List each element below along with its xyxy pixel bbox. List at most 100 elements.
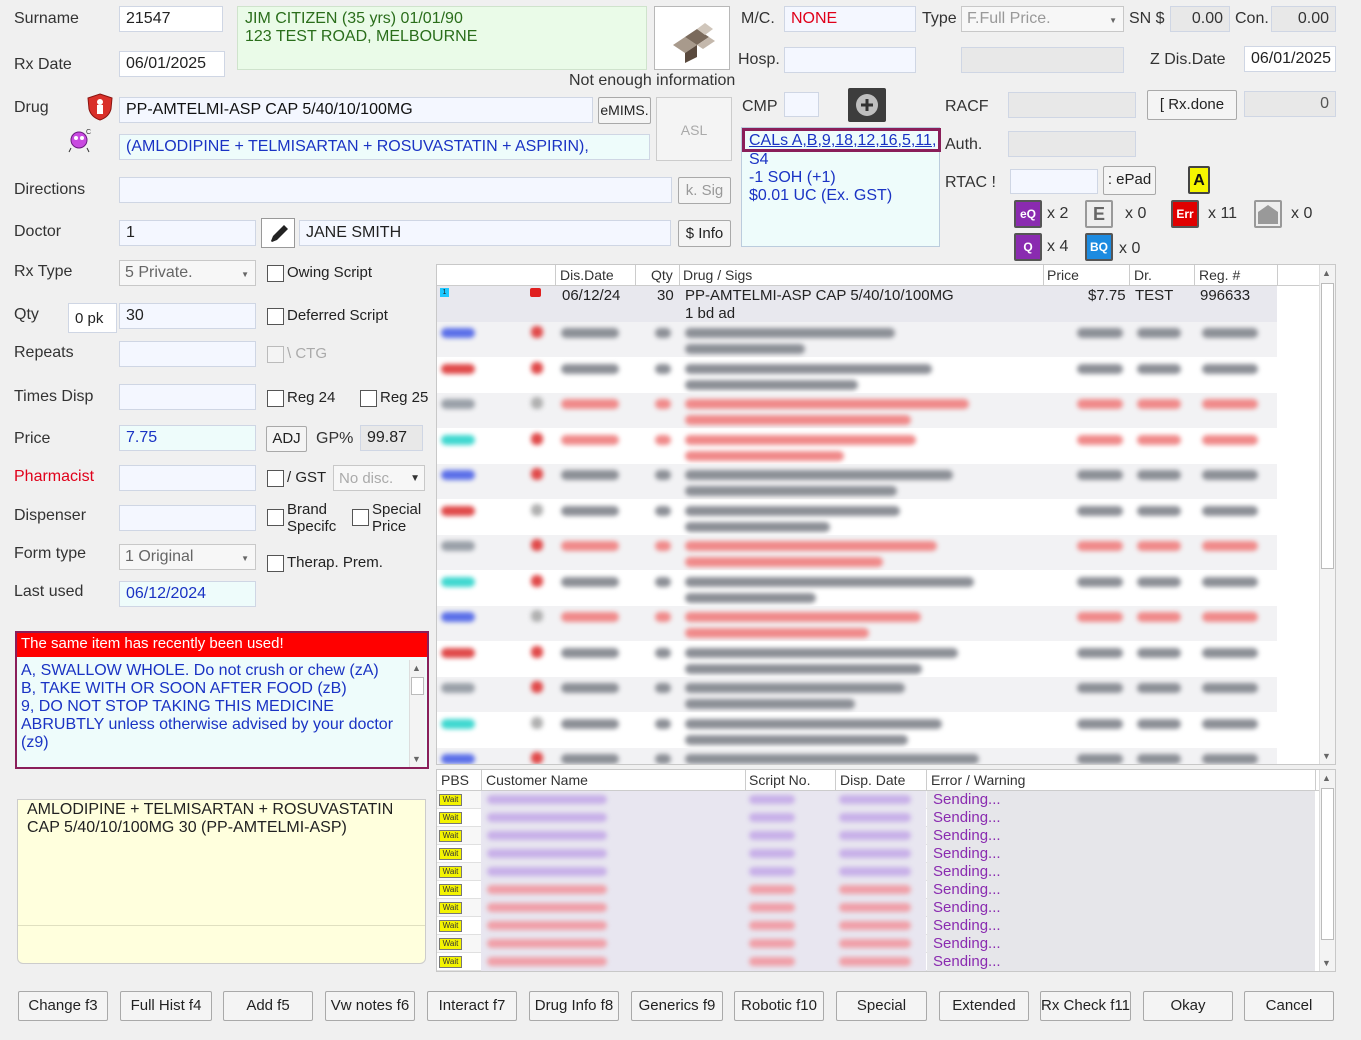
pack-input[interactable]: 0 pk [68, 303, 117, 333]
scroll-down-icon[interactable]: ▼ [412, 754, 421, 764]
col-pbs[interactable]: PBS [441, 772, 469, 788]
table-row[interactable] [437, 428, 1277, 464]
pharmacy-logo-button[interactable] [654, 6, 730, 70]
sinfo-button[interactable]: $ Info [678, 220, 731, 247]
hosp-input[interactable] [784, 47, 916, 73]
queue-scrollbar[interactable]: ▲ ▼ [1319, 770, 1335, 971]
scroll-up-icon[interactable]: ▲ [1322, 773, 1331, 783]
table-row[interactable] [437, 748, 1277, 764]
list-item[interactable]: Wait Sending... [437, 935, 1315, 953]
zdis-date-input[interactable]: 06/01/2025 [1244, 46, 1336, 72]
rx-check-button[interactable]: Rx Check f11 [1040, 991, 1131, 1021]
table-row[interactable]: 1 06/12/24 30 PP-AMTELMI-ASP CAP 5/40/10… [437, 286, 1277, 322]
dispenser-input[interactable] [119, 505, 256, 531]
table-row[interactable] [437, 499, 1277, 535]
table-row[interactable] [437, 464, 1277, 499]
table-row[interactable] [437, 606, 1277, 641]
q-badge[interactable]: Q [1014, 233, 1042, 261]
asl-button[interactable]: ASL [656, 97, 732, 161]
times-disp-input[interactable] [119, 384, 256, 410]
drug-input[interactable]: PP-AMTELMI-ASP CAP 5/40/10/100MG [119, 97, 593, 123]
vw-notes-button[interactable]: Vw notes f6 [325, 991, 415, 1021]
owing-script-checkbox[interactable] [267, 265, 284, 282]
table-row[interactable] [437, 641, 1277, 677]
special-button[interactable]: Special [836, 991, 927, 1021]
repeats-input[interactable] [119, 341, 256, 367]
deferred-script-checkbox[interactable] [267, 308, 284, 325]
cals-codes-link[interactable]: CALs A,B,9,18,12,16,5,11, [749, 132, 936, 150]
con-input[interactable]: 0.00 [1271, 6, 1336, 32]
robotic-button[interactable]: Robotic f10 [734, 991, 824, 1021]
adj-button[interactable]: ADJ [266, 426, 307, 452]
list-item[interactable]: Wait Sending... [437, 899, 1315, 917]
err-badge[interactable]: Err [1171, 200, 1199, 228]
extended-button[interactable]: Extended [939, 991, 1029, 1021]
col-error-warning[interactable]: Error / Warning [931, 772, 1025, 788]
directions-input[interactable] [119, 177, 672, 203]
rx-type-select[interactable]: 5 Private. ▼ [119, 260, 256, 286]
table-row[interactable] [437, 357, 1277, 393]
reg25-checkbox[interactable] [360, 390, 377, 407]
list-item[interactable]: Wait Sending... [437, 863, 1315, 881]
table-row[interactable] [437, 712, 1277, 748]
table-row[interactable] [437, 570, 1277, 606]
interact-button[interactable]: Interact f7 [427, 991, 517, 1021]
scroll-down-icon[interactable]: ▼ [1322, 751, 1331, 761]
shield-person-icon[interactable] [87, 93, 113, 121]
racf-input[interactable] [1008, 92, 1136, 118]
full-hist-button[interactable]: Full Hist f4 [120, 991, 212, 1021]
edit-doctor-button[interactable] [261, 218, 295, 248]
cancel-button[interactable]: Cancel [1244, 991, 1334, 1021]
list-item[interactable]: Wait Sending... [437, 953, 1315, 971]
list-item[interactable]: Wait Sending... [437, 791, 1315, 809]
change-button[interactable]: Change f3 [18, 991, 108, 1021]
auth-input[interactable] [1008, 131, 1136, 157]
col-script-no[interactable]: Script No. [749, 772, 810, 788]
bq-badge[interactable]: BQ [1085, 233, 1113, 261]
col-customer-name[interactable]: Customer Name [486, 772, 588, 788]
warning-scrollbar[interactable]: ▲ ▼ [409, 660, 425, 767]
scroll-down-icon[interactable]: ▼ [1322, 958, 1331, 968]
home-badge[interactable] [1254, 200, 1282, 228]
epad-button[interactable]: : ePad [1103, 166, 1156, 195]
rx-date-input[interactable]: 06/01/2025 [119, 51, 225, 77]
col-qty[interactable]: Qty [651, 267, 673, 283]
ksig-button[interactable]: k. Sig [678, 177, 731, 204]
price-input[interactable]: 7.75 [119, 425, 256, 451]
col-dis-date[interactable]: Dis.Date [560, 267, 614, 283]
table-row[interactable] [437, 677, 1277, 712]
gst-checkbox[interactable] [267, 470, 284, 487]
col-doctor[interactable]: Dr. [1134, 267, 1152, 283]
special-price-checkbox[interactable] [352, 509, 369, 526]
col-disp-date[interactable]: Disp. Date [840, 772, 905, 788]
drug-info-button[interactable]: Drug Info f8 [529, 991, 619, 1021]
form-type-select[interactable]: 1 Original ▼ [119, 544, 256, 570]
scroll-up-icon[interactable]: ▲ [412, 663, 421, 673]
table-row[interactable] [437, 322, 1277, 357]
table-row[interactable] [437, 393, 1277, 428]
col-price[interactable]: Price [1047, 267, 1079, 283]
surname-input[interactable]: 21547 [119, 6, 223, 32]
discount-select[interactable]: No disc. ▼ [333, 465, 425, 491]
okay-button[interactable]: Okay [1143, 991, 1233, 1021]
list-item[interactable]: Wait Sending... [437, 917, 1315, 935]
list-item[interactable]: Wait Sending... [437, 809, 1315, 827]
emims-button[interactable]: eMIMS. [598, 97, 651, 124]
eq-badge[interactable]: eQ [1014, 200, 1042, 228]
add-circle-button[interactable] [848, 88, 886, 122]
hosp-extra-input[interactable] [961, 47, 1124, 73]
list-item[interactable]: Wait Sending... [437, 881, 1315, 899]
history-scrollbar[interactable]: ▲ ▼ [1319, 265, 1335, 764]
scroll-up-icon[interactable]: ▲ [1322, 268, 1331, 278]
pharmacist-input[interactable] [119, 465, 256, 491]
table-row[interactable] [437, 535, 1277, 570]
brand-specific-checkbox[interactable] [267, 509, 284, 526]
queue-grid[interactable]: PBS Customer Name Script No. Disp. Date … [436, 769, 1336, 972]
generics-button[interactable]: Generics f9 [631, 991, 723, 1021]
add-button[interactable]: Add f5 [223, 991, 313, 1021]
cmp-input[interactable] [784, 92, 819, 117]
a-badge-button[interactable]: A [1188, 166, 1210, 194]
pill-bug-icon[interactable]: C [67, 126, 93, 154]
type-select[interactable]: F.Full Price. ▼ [961, 6, 1124, 32]
qty-input[interactable]: 30 [119, 303, 256, 329]
